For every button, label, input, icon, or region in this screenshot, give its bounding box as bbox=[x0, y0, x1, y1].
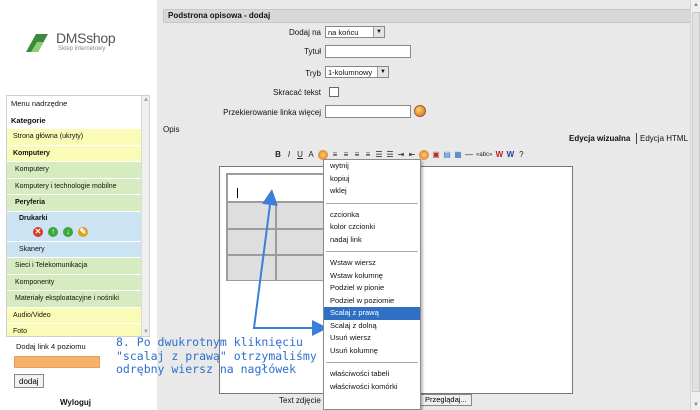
menu-separator bbox=[326, 362, 418, 363]
context-menu-item[interactable]: właściwości tabeli bbox=[324, 368, 420, 381]
context-menu-item[interactable]: wytnij bbox=[324, 160, 420, 173]
context-menu-item[interactable]: nadaj link bbox=[324, 234, 420, 247]
context-menu-item[interactable]: czcionka bbox=[324, 209, 420, 222]
context-menu-item[interactable]: Podziel w poziomie bbox=[324, 295, 420, 308]
context-menu-item[interactable]: Podziel w pionie bbox=[324, 282, 420, 295]
context-menu-item[interactable]: Scalaj z prawą bbox=[324, 307, 420, 320]
context-menu-item[interactable]: Usuń wiersz bbox=[324, 332, 420, 345]
context-menu-item[interactable]: kolor czcionki bbox=[324, 221, 420, 234]
caption-line: 8. Po dwukrotnym kliknięciu bbox=[116, 335, 303, 349]
caption-line: "scalaj z prawą" otrzymaliśmy bbox=[116, 348, 317, 363]
context-menu-item[interactable]: Usuń kolumnę bbox=[324, 345, 420, 358]
caption-line: odrębny wiersz na nagłówek bbox=[116, 362, 297, 376]
menu-separator bbox=[326, 251, 418, 252]
context-menu: wytnij kopiuj wklej czcionka kolor czcionki n… bbox=[323, 159, 421, 410]
context-menu-item[interactable]: właściwości komórki bbox=[324, 381, 420, 394]
menu-separator bbox=[326, 202, 418, 204]
context-menu-item[interactable]: kopiuj bbox=[324, 173, 420, 186]
context-menu-item[interactable]: Scalaj z dolną bbox=[324, 320, 420, 333]
context-menu-item[interactable]: wklej bbox=[324, 185, 420, 198]
context-menu-item[interactable]: Wstaw kolumnę bbox=[324, 270, 420, 283]
context-menu-item[interactable]: Wstaw wiersz bbox=[324, 257, 420, 270]
annotation-caption: 8. Po dwukrotnym kliknięciu "scalaj z pr… bbox=[116, 335, 328, 377]
arrow-to-header-cell bbox=[252, 189, 320, 329]
